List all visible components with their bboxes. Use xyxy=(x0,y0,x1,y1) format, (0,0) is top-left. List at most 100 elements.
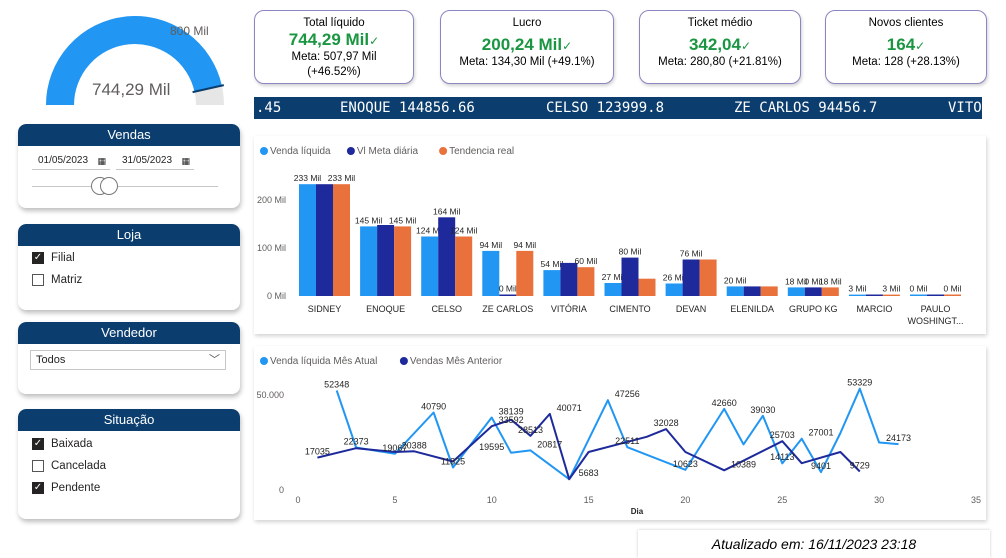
bar[interactable] xyxy=(560,262,578,296)
bar[interactable] xyxy=(577,267,595,296)
legend-marker xyxy=(439,147,448,155)
bar[interactable] xyxy=(543,270,561,296)
point-label: 10623 xyxy=(673,459,698,469)
updated-timestamp: Atualizado em: 16/11/2023 23:18 xyxy=(638,530,990,558)
point-label: 53329 xyxy=(847,378,872,388)
bar[interactable] xyxy=(865,294,883,297)
bar[interactable] xyxy=(394,226,412,296)
bar[interactable] xyxy=(604,283,622,296)
ticker-item: .45 xyxy=(256,100,282,116)
legend-marker xyxy=(399,357,408,365)
data-label: 3 Mil xyxy=(882,284,900,294)
chevron-down-icon[interactable]: ﹀ xyxy=(209,351,220,369)
vendedor-dropdown[interactable]: Todos ﹀ xyxy=(30,350,226,370)
point-label: 22511 xyxy=(615,436,639,446)
legend-marker xyxy=(346,147,355,155)
bar[interactable] xyxy=(360,226,378,296)
slicer-title: Situação xyxy=(18,409,240,431)
point-label: 40790 xyxy=(421,402,446,412)
option-matriz[interactable]: Matriz xyxy=(18,269,240,291)
point-label: 5683 xyxy=(579,468,599,478)
checkbox-checked-icon[interactable]: ✓ xyxy=(32,482,44,494)
slicer-vendas: Vendas 01/05/2023 ▦ 31/05/2023 ▦ xyxy=(18,124,240,208)
bar[interactable] xyxy=(665,283,683,297)
bar[interactable] xyxy=(516,250,534,296)
y-tick-label: 50.000 xyxy=(256,390,284,400)
bar[interactable] xyxy=(455,236,473,297)
kpi-title: Novos clientes xyxy=(868,17,944,29)
x-tick-label: 0 xyxy=(295,495,300,505)
point-label: 40071 xyxy=(557,403,582,413)
bar-chart-panel: Venda líquida Vl Meta diária Tendencia rea… xyxy=(254,136,986,334)
option-baixada[interactable]: ✓ Baixada xyxy=(18,433,240,455)
bar[interactable] xyxy=(804,287,822,296)
data-label: 0 Mil xyxy=(944,284,962,294)
data-label: 94 Mil xyxy=(479,240,502,250)
point-label: 24173 xyxy=(886,433,911,443)
bar[interactable] xyxy=(299,184,316,296)
data-label: 76 Mil xyxy=(680,249,703,259)
kpi-value: 342,04✓ xyxy=(688,35,752,54)
kpi-meta: Meta: 507,97 Mil xyxy=(291,51,377,63)
y-tick-label: 100 Mil xyxy=(257,243,286,253)
kpi-novos-clientes: Novos clientes 164✓ Meta: 128 (+28.13%) xyxy=(825,10,987,84)
calendar-icon[interactable]: ▦ xyxy=(97,152,106,170)
bar[interactable] xyxy=(421,236,439,297)
legend-label: Venda líquida xyxy=(270,146,331,157)
calendar-icon[interactable]: ▦ xyxy=(181,152,190,170)
data-label: 3 Mil xyxy=(848,284,866,294)
point-label: 28513 xyxy=(518,425,543,435)
point-label: 42660 xyxy=(712,398,737,408)
date-end-input[interactable]: 31/05/2023 ▦ xyxy=(116,152,194,170)
bar[interactable] xyxy=(682,259,700,297)
bar[interactable] xyxy=(638,278,656,296)
kpi-meta-pct: (+46.52%) xyxy=(307,66,361,78)
checkbox-empty-icon[interactable] xyxy=(32,274,44,286)
bar[interactable] xyxy=(499,294,517,297)
bar[interactable] xyxy=(848,294,866,296)
bar[interactable] xyxy=(944,294,961,297)
data-label: 80 Mil xyxy=(619,247,642,257)
bar[interactable] xyxy=(726,286,744,296)
bar[interactable] xyxy=(927,294,944,297)
point-label: 47256 xyxy=(615,389,640,399)
bar[interactable] xyxy=(910,294,927,297)
check-icon: ✓ xyxy=(740,39,752,53)
line-chart-panel: Venda líquida Mês Atual Vendas Mês Anteri… xyxy=(254,346,986,520)
option-pendente[interactable]: ✓ Pendente xyxy=(18,477,240,499)
bar[interactable] xyxy=(743,286,761,296)
kpi-value: 744,29 Mil✓ xyxy=(288,30,380,49)
bar[interactable] xyxy=(821,287,839,296)
point-label: 33592 xyxy=(499,415,524,425)
bar[interactable] xyxy=(699,259,717,297)
checkbox-checked-icon[interactable]: ✓ xyxy=(32,438,44,450)
option-filial[interactable]: ✓ Filial xyxy=(18,247,240,269)
check-icon: ✓ xyxy=(369,34,380,48)
date-start-input[interactable]: 01/05/2023 ▦ xyxy=(32,152,110,170)
bar[interactable] xyxy=(882,294,900,296)
x-tick-label: ZE CARLOS xyxy=(482,304,533,314)
bar[interactable] xyxy=(787,287,805,296)
bar[interactable] xyxy=(621,257,639,296)
x-tick-label: CIMENTO xyxy=(609,304,650,314)
ticker-item: ZE CARLOS 94456.7 xyxy=(734,100,878,116)
kpi-title: Ticket médio xyxy=(687,17,753,29)
bar[interactable] xyxy=(377,225,395,296)
date-slider-handle-end[interactable] xyxy=(100,177,118,195)
checkbox-checked-icon[interactable]: ✓ xyxy=(32,252,44,264)
point-label: 14113 xyxy=(770,452,794,462)
bar[interactable] xyxy=(760,286,778,296)
bar[interactable] xyxy=(333,184,350,296)
kpi-total-liquido: Total líquido 744,29 Mil✓ Meta: 507,97 M… xyxy=(254,10,414,84)
x-tick-label: ENOQUE xyxy=(366,304,405,314)
option-cancelada[interactable]: Cancelada xyxy=(18,455,240,477)
seller-ticker: .45 ENOQUE 144856.66 CELSO 123999.8 ZE C… xyxy=(254,97,982,119)
x-tick-label: 20 xyxy=(680,495,690,505)
checkbox-empty-icon[interactable] xyxy=(32,460,44,472)
kpi-value: 200,24 Mil✓ xyxy=(481,35,573,54)
bar[interactable] xyxy=(316,184,333,296)
data-label: 145 Mil xyxy=(355,215,383,225)
point-label: 17035 xyxy=(305,447,330,457)
x-tick-label: 5 xyxy=(392,495,397,505)
bar[interactable] xyxy=(482,250,500,296)
